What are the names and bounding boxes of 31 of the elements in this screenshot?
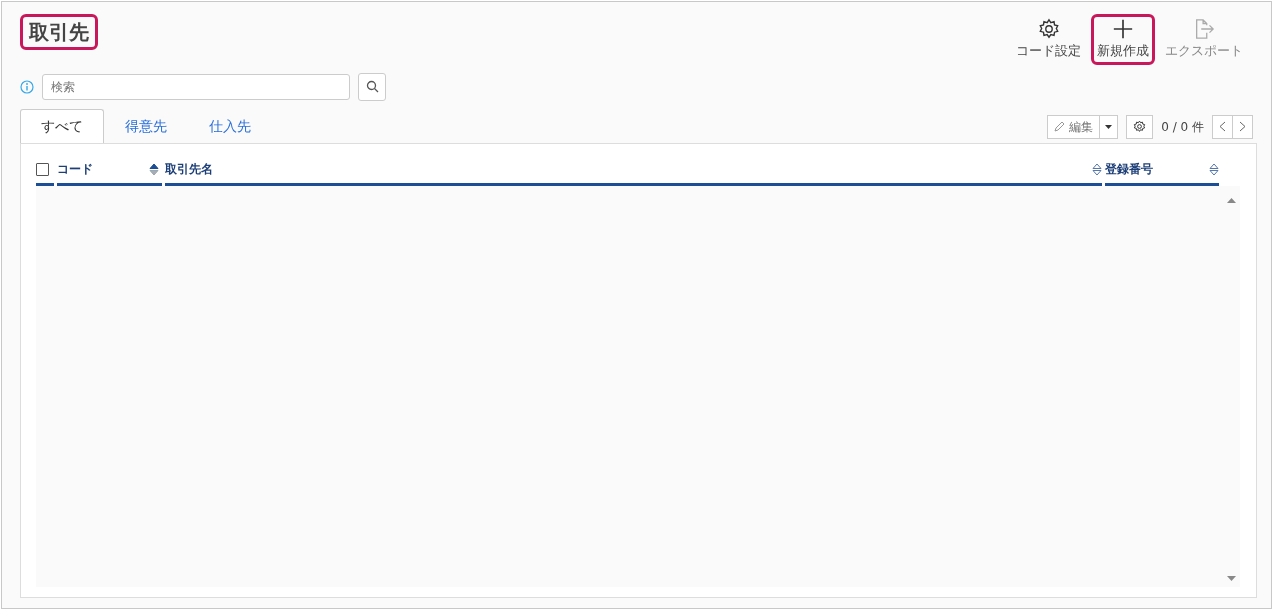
column-header[interactable]: 登録番号 bbox=[1105, 160, 1153, 179]
sort-icon[interactable] bbox=[1092, 162, 1102, 176]
tab[interactable]: 得意先 bbox=[104, 108, 188, 143]
info-icon bbox=[20, 79, 34, 94]
settings-icon bbox=[1133, 120, 1147, 134]
column-header[interactable]: コード bbox=[57, 160, 93, 179]
chevron-left-icon bbox=[1219, 121, 1226, 133]
gear-icon bbox=[1037, 18, 1060, 40]
toolbar-button[interactable]: 新規作成 bbox=[1091, 14, 1155, 65]
column-header[interactable]: 取引先名 bbox=[165, 160, 213, 179]
dropdown-button[interactable] bbox=[1100, 114, 1119, 139]
page-title: 取引先 bbox=[20, 14, 98, 50]
search-field[interactable]: 検索 bbox=[42, 73, 350, 100]
plus-icon bbox=[1112, 18, 1134, 40]
edit-button[interactable]: 編集 bbox=[1047, 114, 1101, 139]
search-button[interactable] bbox=[358, 72, 386, 101]
sort-icon[interactable] bbox=[1209, 162, 1219, 176]
pencil-icon bbox=[1054, 121, 1066, 133]
search-icon bbox=[365, 80, 379, 94]
settings-button[interactable] bbox=[1126, 114, 1154, 139]
toolbar-button[interactable]: コード設定 bbox=[1010, 14, 1087, 65]
tab[interactable]: 仕入先 bbox=[188, 108, 272, 143]
record-count: 0 / 0 件 bbox=[1161, 118, 1204, 136]
scroll-up-icon[interactable] bbox=[1226, 197, 1236, 203]
chevron-right-icon bbox=[1239, 121, 1246, 133]
export-icon bbox=[1193, 18, 1215, 40]
caret-icon bbox=[1105, 124, 1113, 129]
scroll-down-icon[interactable] bbox=[1226, 576, 1236, 581]
select-all-checkbox[interactable] bbox=[36, 162, 49, 176]
sort-icon[interactable] bbox=[149, 162, 159, 176]
tab[interactable]: すべて bbox=[20, 108, 104, 144]
